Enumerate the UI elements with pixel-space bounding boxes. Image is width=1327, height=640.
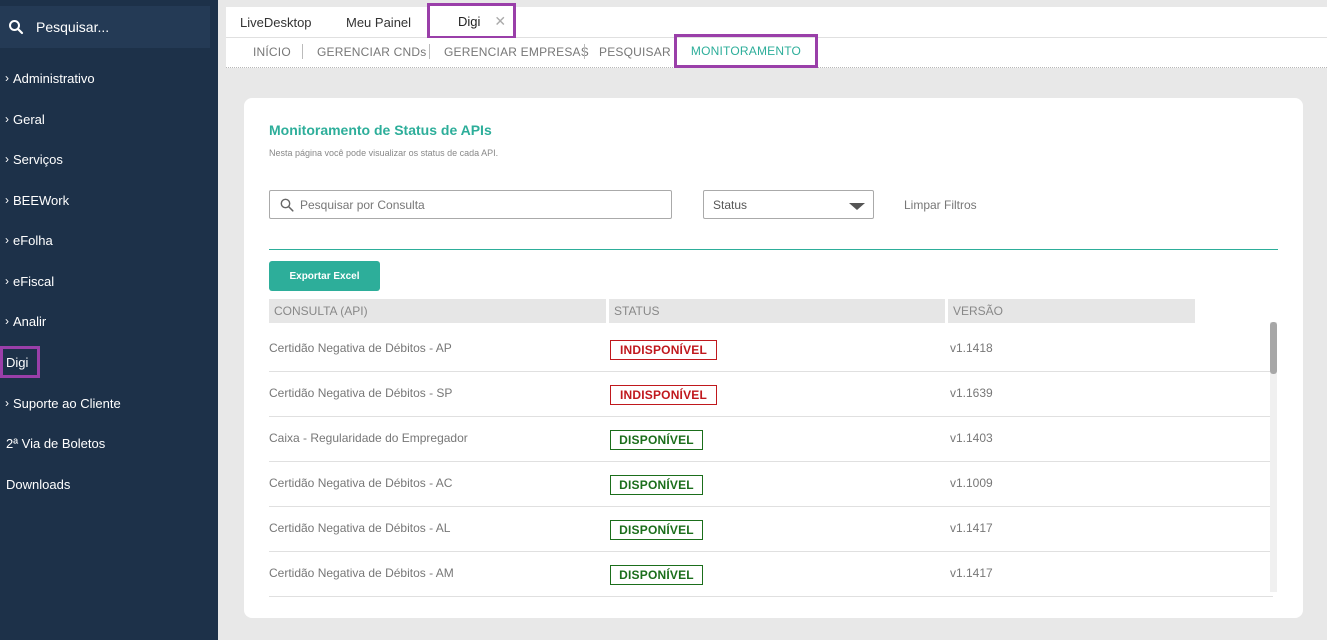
sidebar-item-label: Analir xyxy=(13,313,47,329)
table-row: Certidão Negativa de Débitos - AC DISPON… xyxy=(269,462,1273,507)
api-version: v1.1417 xyxy=(950,521,993,535)
search-icon xyxy=(9,20,24,35)
sidebar-item-label: Serviços xyxy=(13,151,63,167)
tab-label: Meu Painel xyxy=(346,15,412,30)
tab-label: Digi xyxy=(458,13,481,29)
sidebar-item-label: Downloads xyxy=(6,476,71,492)
page-subtitle: Nesta página você pode visualizar os sta… xyxy=(269,148,499,158)
search-icon xyxy=(280,198,294,212)
sidebar-item-label: BEEWork xyxy=(13,192,70,208)
chevron-right-icon: › xyxy=(5,396,9,410)
api-name: Certidão Negativa de Débitos - SP xyxy=(269,386,453,400)
sidebar-search[interactable]: Pesquisar... xyxy=(0,6,210,48)
table-row: Certidão Negativa de Débitos - AM DISPON… xyxy=(269,552,1273,597)
subnav-label: PESQUISAR xyxy=(599,45,671,59)
subnav-label: GERENCIAR CNDs xyxy=(317,45,427,59)
table-row: Certidão Negativa de Débitos - AL DISPON… xyxy=(269,507,1273,552)
api-version: v1.1403 xyxy=(950,431,993,445)
status-badge: DISPONÍVEL xyxy=(610,475,703,495)
sidebar-item-label: 2ª Via de Boletos xyxy=(6,435,106,451)
status-badge: DISPONÍVEL xyxy=(610,430,703,450)
close-icon[interactable]: ✕ xyxy=(494,13,506,30)
subnav-label: GERENCIAR EMPRESAS xyxy=(444,45,589,59)
chevron-right-icon: › xyxy=(5,152,9,166)
status-select[interactable]: Status xyxy=(703,190,874,219)
status-badge: INDISPONÍVEL xyxy=(610,340,717,360)
sidebar-item-efolha[interactable]: › eFolha xyxy=(0,226,218,254)
chevron-right-icon: › xyxy=(5,193,9,207)
chevron-down-icon xyxy=(849,203,865,210)
chevron-right-icon: › xyxy=(5,71,9,85)
scrollbar-thumb[interactable] xyxy=(1270,322,1277,374)
sidebar-search-label: Pesquisar... xyxy=(36,19,110,35)
subnav-gerenciar-cnds[interactable]: GERENCIAR CNDs xyxy=(317,38,426,66)
status-badge: DISPONÍVEL xyxy=(610,520,703,540)
api-version: v1.1418 xyxy=(950,341,993,355)
divider xyxy=(429,44,430,59)
api-name: Certidão Negativa de Débitos - AL xyxy=(269,521,451,535)
sidebar-item-geral[interactable]: › Geral xyxy=(0,105,218,133)
column-header-status[interactable]: STATUS xyxy=(609,299,945,323)
search-field[interactable] xyxy=(269,190,672,219)
sidebar-item-label: eFolha xyxy=(13,232,53,248)
sidebar-item-2-via-boletos[interactable]: 2ª Via de Boletos xyxy=(0,429,218,457)
table-row: Certidão Negativa de Débitos - SP INDISP… xyxy=(269,372,1273,417)
column-header-consulta[interactable]: CONSULTA (API) xyxy=(269,299,606,323)
api-version: v1.1417 xyxy=(950,566,993,580)
subnav-label: MONITORAMENTO xyxy=(690,44,802,58)
highlight-box xyxy=(0,346,40,378)
sidebar-item-label: Administrativo xyxy=(13,70,95,86)
api-version: v1.1009 xyxy=(950,476,993,490)
clear-filters-link[interactable]: Limpar Filtros xyxy=(904,198,977,212)
subnav-pesquisar[interactable]: PESQUISAR xyxy=(599,38,671,66)
main-card: Monitoramento de Status de APIs Nesta pá… xyxy=(244,98,1303,618)
subnav-gerenciar-empresas[interactable]: GERENCIAR EMPRESAS xyxy=(444,38,589,66)
chevron-right-icon: › xyxy=(5,233,9,247)
api-name: Certidão Negativa de Débitos - AC xyxy=(269,476,453,490)
chevron-right-icon: › xyxy=(5,112,9,126)
tab-digi[interactable]: Digi ✕ xyxy=(427,3,516,39)
chevron-right-icon: › xyxy=(5,274,9,288)
sidebar-item-servicos[interactable]: › Serviços xyxy=(0,145,218,173)
sidebar-item-label: Geral xyxy=(13,111,45,127)
export-excel-button[interactable]: Exportar Excel xyxy=(269,261,380,291)
divider xyxy=(302,44,303,59)
status-select-value: Status xyxy=(713,197,748,212)
tab-meu-painel[interactable]: Meu Painel xyxy=(346,7,411,38)
chevron-right-icon: › xyxy=(5,314,9,328)
status-badge: INDISPONÍVEL xyxy=(610,385,717,405)
column-header-versao[interactable]: VERSÃO xyxy=(948,299,1195,323)
api-name: Caixa - Regularidade do Empregador xyxy=(269,431,468,445)
page-title: Monitoramento de Status de APIs xyxy=(269,122,492,138)
sidebar-item-label: eFiscal xyxy=(13,273,55,289)
api-name: Certidão Negativa de Débitos - AP xyxy=(269,341,452,355)
sidebar-item-beework[interactable]: › BEEWork xyxy=(0,186,218,214)
divider xyxy=(584,44,585,59)
status-badge: DISPONÍVEL xyxy=(610,565,703,585)
sub-navigation: INÍCIO GERENCIAR CNDs GERENCIAR EMPRESAS… xyxy=(226,34,1327,68)
sidebar-item-suporte-ao-cliente[interactable]: › Suporte ao Cliente xyxy=(0,389,218,417)
table-row: Caixa - Regularidade do Empregador DISPO… xyxy=(269,417,1273,462)
subnav-label: INÍCIO xyxy=(253,45,291,59)
sidebar-item-analir[interactable]: › Analir xyxy=(0,307,218,335)
search-input[interactable] xyxy=(300,197,660,212)
sidebar-item-label: Suporte ao Cliente xyxy=(13,395,121,411)
table-row: Certidão Negativa de Débitos - AP INDISP… xyxy=(269,327,1273,372)
sidebar-item-downloads[interactable]: Downloads xyxy=(0,470,218,498)
sidebar-item-efiscal[interactable]: › eFiscal xyxy=(0,267,218,295)
sidebar: Pesquisar... › Administrativo › Geral › … xyxy=(0,0,218,640)
tab-livedesktop[interactable]: LiveDesktop xyxy=(240,7,312,38)
tab-label: LiveDesktop xyxy=(240,15,312,30)
subnav-monitoramento[interactable]: MONITORAMENTO xyxy=(674,34,818,68)
sidebar-item-administrativo[interactable]: › Administrativo xyxy=(0,64,218,92)
subnav-inicio[interactable]: INÍCIO xyxy=(253,38,291,66)
api-name: Certidão Negativa de Débitos - AM xyxy=(269,566,454,580)
api-version: v1.1639 xyxy=(950,386,993,400)
top-strip xyxy=(218,0,1327,7)
divider xyxy=(269,249,1278,250)
